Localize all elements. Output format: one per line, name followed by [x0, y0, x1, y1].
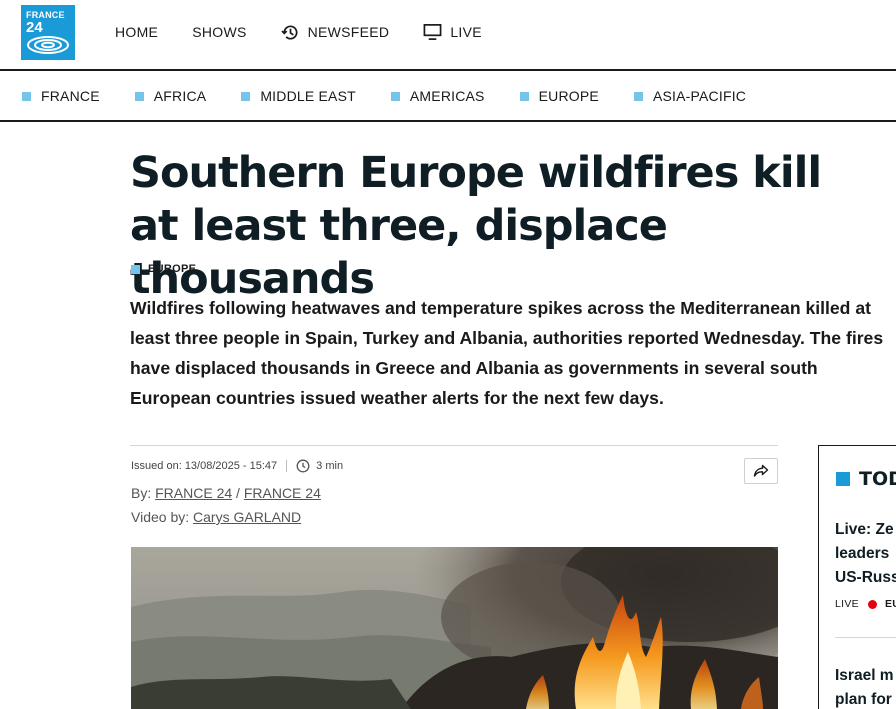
region-middle-east[interactable]: MIDDLE EAST [241, 88, 356, 104]
nav-live-label: LIVE [450, 24, 482, 40]
nav-shows-label: SHOWS [192, 24, 247, 40]
region-label: ASIA-PACIFIC [652, 88, 747, 104]
region-asia-pacific[interactable]: ASIA-PACIFIC [633, 88, 747, 104]
region-americas[interactable]: AMERICAS [390, 88, 485, 104]
today-sidebar: TOD Live: Ze leaders US-Russ LIVE EU Isr… [818, 445, 896, 709]
top-bar: FRANCE 24 HOME SHOWS NEWSFEED LIVE [0, 0, 896, 71]
meta-separator [286, 460, 288, 472]
region-square-icon [134, 91, 144, 101]
tag-square-icon [131, 264, 140, 274]
sidebar-story-1-line: leaders [835, 545, 890, 562]
region-europe[interactable]: EUROPE [519, 88, 599, 104]
nav-live[interactable]: LIVE [423, 22, 482, 42]
region-square-icon [390, 91, 400, 101]
sidebar-live-badge: LIVE EU [835, 598, 896, 610]
live-tag: EU [884, 598, 896, 610]
nav-home[interactable]: HOME [115, 22, 158, 42]
france24-logo[interactable]: FRANCE 24 [21, 5, 75, 60]
region-nav: FRANCE AFRICA MIDDLE EAST AMERICAS EUROP… [0, 73, 896, 122]
sidebar-story-1[interactable]: Live: Ze leaders US-Russ [835, 518, 896, 590]
author-link-1[interactable]: FRANCE 24 [155, 485, 232, 501]
clock-icon [296, 459, 310, 473]
video-author-link[interactable]: Carys GARLAND [193, 509, 301, 525]
nav-newsfeed[interactable]: NEWSFEED [280, 22, 390, 42]
article-title: Southern Europe wildfires kill at least … [130, 148, 822, 304]
sidebar-story-1-line: Live: Ze [835, 521, 894, 538]
share-button[interactable] [744, 458, 778, 484]
region-square-icon [633, 91, 643, 101]
nav-shows[interactable]: SHOWS [192, 22, 246, 42]
region-square-icon [519, 91, 529, 101]
share-arrow-icon [753, 464, 769, 477]
live-dot-icon [867, 599, 877, 609]
author-separator: / [236, 485, 240, 501]
region-africa[interactable]: AFRICA [134, 88, 207, 104]
region-label: AFRICA [153, 88, 207, 104]
article-lead: Wildfires following heatwaves and temper… [130, 298, 884, 408]
meta-divider [130, 445, 778, 446]
history-icon [280, 24, 298, 39]
issued-date: Issued on: 13/08/2025 - 15:47 [131, 460, 278, 472]
region-square-icon [22, 91, 31, 101]
logo-waves-icon [27, 36, 69, 54]
sidebar-story-1-line: US-Russ [835, 569, 896, 586]
sidebar-heading-label: TOD [859, 468, 896, 490]
video-by-label: Video by: [131, 509, 190, 525]
region-label: AMERICAS [409, 88, 485, 104]
region-label: EUROPE [538, 88, 599, 104]
author-link-2[interactable]: FRANCE 24 [244, 485, 321, 501]
author-line: By: FRANCE 24 / FRANCE 24 [131, 481, 321, 505]
region-label: FRANCE [41, 88, 100, 104]
monitor-icon [423, 24, 442, 40]
wildfire-photo-illustration [131, 547, 778, 709]
sidebar-divider [835, 637, 896, 638]
read-time: 3 min [316, 460, 344, 472]
sidebar-story-2[interactable]: Israel m plan for [835, 664, 896, 709]
nav-home-label: HOME [115, 24, 159, 40]
sidebar-story-2-line: Israel m [835, 667, 894, 684]
main-nav: HOME SHOWS NEWSFEED LIVE [115, 22, 516, 42]
article-tag[interactable]: EUROPE [131, 263, 196, 275]
region-square-icon [241, 91, 251, 101]
article-photo [131, 547, 778, 709]
sidebar-story-2-line: plan for [835, 691, 892, 708]
nav-newsfeed-label: NEWSFEED [307, 24, 390, 40]
live-label: LIVE [835, 598, 859, 610]
sidebar-heading: TOD [836, 468, 896, 490]
sidebar-heading-square-icon [836, 472, 850, 486]
region-label: MIDDLE EAST [260, 88, 356, 104]
article-tag-label: EUROPE [148, 263, 197, 275]
byline: By: FRANCE 24 / FRANCE 24 Video by: Cary… [131, 481, 321, 529]
article-meta: Issued on: 13/08/2025 - 15:47 3 min [131, 459, 343, 473]
video-author-line: Video by: Carys GARLAND [131, 505, 321, 529]
by-label: By: [131, 485, 152, 501]
region-france[interactable]: FRANCE [22, 88, 100, 104]
